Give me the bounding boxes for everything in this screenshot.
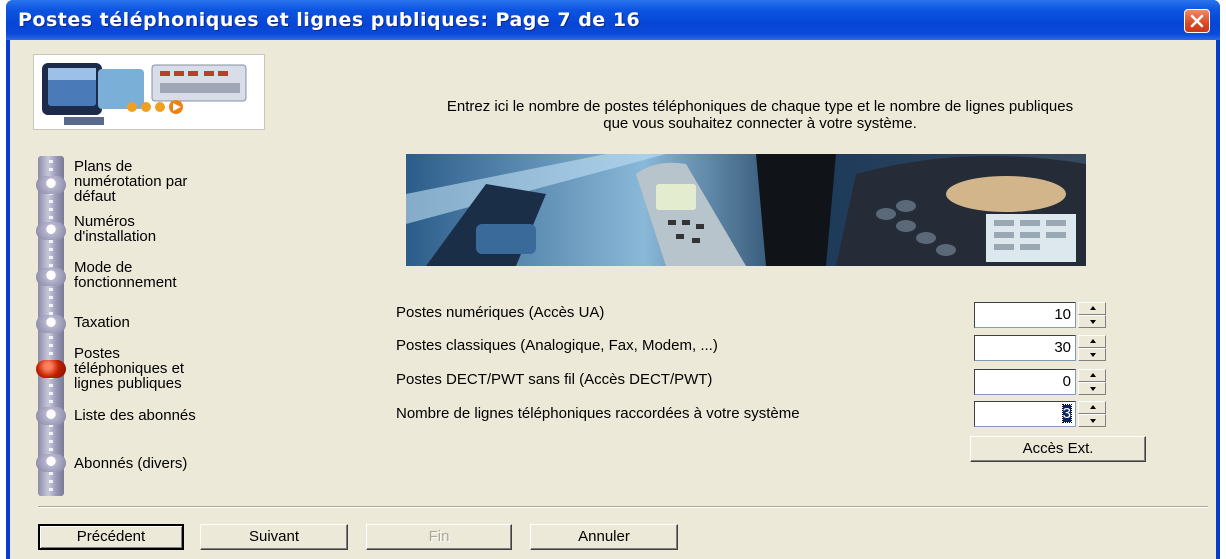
intro-text: Entrez ici le nombre de postes téléphoni… (310, 98, 1210, 132)
suivant-button[interactable]: Suivant (200, 524, 348, 550)
step-liste-abonnes: Liste des abonnés (74, 407, 196, 424)
wizard-window: Postes téléphoniques et lignes publiques… (6, 0, 1220, 559)
telephony-logo-image (33, 54, 265, 130)
step-marker-numeros (36, 222, 66, 240)
dialog-body: Entrez ici le nombre de postes téléphoni… (10, 40, 1216, 559)
label-lignes-telephoniques: Nombre de lignes téléphoniques raccordée… (396, 405, 800, 422)
step-abonnes-divers: Abonnés (divers) (74, 455, 188, 472)
step-marker-abonnes-divers (36, 454, 66, 472)
step-marker-postes-active (36, 360, 66, 378)
close-button[interactable] (1184, 9, 1210, 33)
label-postes-classiques: Postes classiques (Analogique, Fax, Mode… (396, 337, 718, 354)
spin-up-button[interactable] (1078, 401, 1106, 414)
postes-classiques-spinner: 30 (974, 335, 1108, 361)
postes-numeriques-input[interactable]: 10 (974, 302, 1076, 328)
step-marker-mode (36, 268, 66, 286)
spin-up-button[interactable] (1078, 369, 1106, 382)
close-icon (1190, 14, 1204, 28)
phones-banner-image (406, 154, 1086, 266)
title-bar[interactable]: Postes téléphoniques et lignes publiques… (6, 0, 1220, 40)
step-marker-taxation (36, 315, 66, 333)
lignes-telephoniques-input[interactable]: 3 (974, 401, 1076, 427)
label-postes-numeriques: Postes numériques (Accès UA) (396, 304, 605, 321)
postes-dect-input[interactable]: 0 (974, 369, 1076, 395)
step-marker-liste (36, 407, 66, 425)
spin-up-button[interactable] (1078, 302, 1106, 315)
fin-button[interactable]: Fin (366, 524, 512, 550)
spin-down-button[interactable] (1078, 414, 1106, 427)
step-taxation: Taxation (74, 314, 130, 331)
intro-line-2: que vous souhaitez connecter à votre sys… (603, 115, 917, 132)
step-mode-fonctionnement: Mode de fonctionnement (74, 259, 177, 291)
spin-down-button[interactable] (1078, 348, 1106, 361)
lignes-telephoniques-spinner: 3 (974, 401, 1108, 427)
label-postes-dect: Postes DECT/PWT sans fil (Accès DECT/PWT… (396, 371, 713, 388)
postes-classiques-input[interactable]: 30 (974, 335, 1076, 361)
spin-down-button[interactable] (1078, 315, 1106, 328)
precedent-button[interactable]: Précédent (38, 524, 184, 550)
postes-numeriques-spinner: 10 (974, 302, 1108, 328)
step-postes-lignes: Postes téléphoniques et lignes publiques (74, 345, 185, 392)
spin-down-button[interactable] (1078, 382, 1106, 395)
spin-up-button[interactable] (1078, 335, 1106, 348)
separator (38, 506, 1208, 508)
annuler-button[interactable]: Annuler (530, 524, 678, 550)
step-marker-plans (36, 176, 66, 194)
step-numeros-installation: Numéros d'installation (74, 213, 157, 245)
postes-dect-spinner: 0 (974, 369, 1108, 395)
intro-line-1: Entrez ici le nombre de postes téléphoni… (446, 98, 1074, 115)
window-title: Postes téléphoniques et lignes publiques… (18, 9, 641, 31)
acces-ext-button[interactable]: Accès Ext. (970, 436, 1146, 462)
step-plans-numerotation: Plans de numérotation par défaut (74, 158, 188, 205)
